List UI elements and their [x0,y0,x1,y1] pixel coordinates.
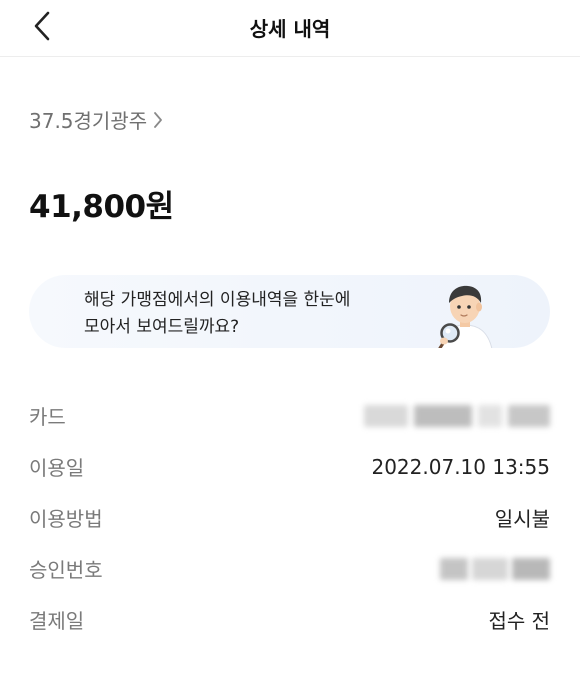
merchant-name: 37.5경기광주 [29,109,148,133]
detail-row-date: 이용일 2022.07.10 13:55 [29,441,550,492]
detail-row-method: 이용방법 일시불 [29,492,550,543]
payment-amount: 41,800원 [29,189,174,225]
detail-label: 이용방법 [29,507,103,531]
merchant-link[interactable]: 37.5경기광주 [29,105,163,134]
detail-screen: 상세 내역 37.5경기광주 41,800원 해당 가맹점에서의 이용내역을 한… [0,0,580,681]
banner-text: 해당 가맹점에서의 이용내역을 한눈에 모아서 보여드릴까요? [84,287,350,341]
redacted-card-number [364,404,550,427]
detail-label: 이용일 [29,456,85,480]
detail-value: 일시불 [494,507,550,531]
detail-value: 접수 전 [488,609,550,633]
page-title: 상세 내역 [249,17,331,41]
merchant-history-banner[interactable]: 해당 가맹점에서의 이용내역을 한눈에 모아서 보여드릴까요? [29,275,550,348]
person-with-magnifier-illustration [438,285,493,348]
detail-list: 카드 이용일 2022.07.10 13:55 이용방법 일시불 승인번호 결제… [29,390,550,645]
banner-line-2: 모아서 보여드릴까요? [84,317,240,337]
detail-row-settlement: 결제일 접수 전 [29,594,550,645]
detail-label: 승인번호 [29,558,103,582]
detail-row-card: 카드 [29,390,550,441]
detail-row-approval: 승인번호 [29,543,550,594]
detail-label: 카드 [29,405,66,429]
detail-value: 2022.07.10 13:55 [371,454,550,479]
app-header: 상세 내역 [0,0,580,57]
redacted-approval-number [440,557,550,580]
banner-line-1: 해당 가맹점에서의 이용내역을 한눈에 [84,290,351,310]
chevron-right-icon [153,111,163,129]
detail-label: 결제일 [29,609,85,633]
